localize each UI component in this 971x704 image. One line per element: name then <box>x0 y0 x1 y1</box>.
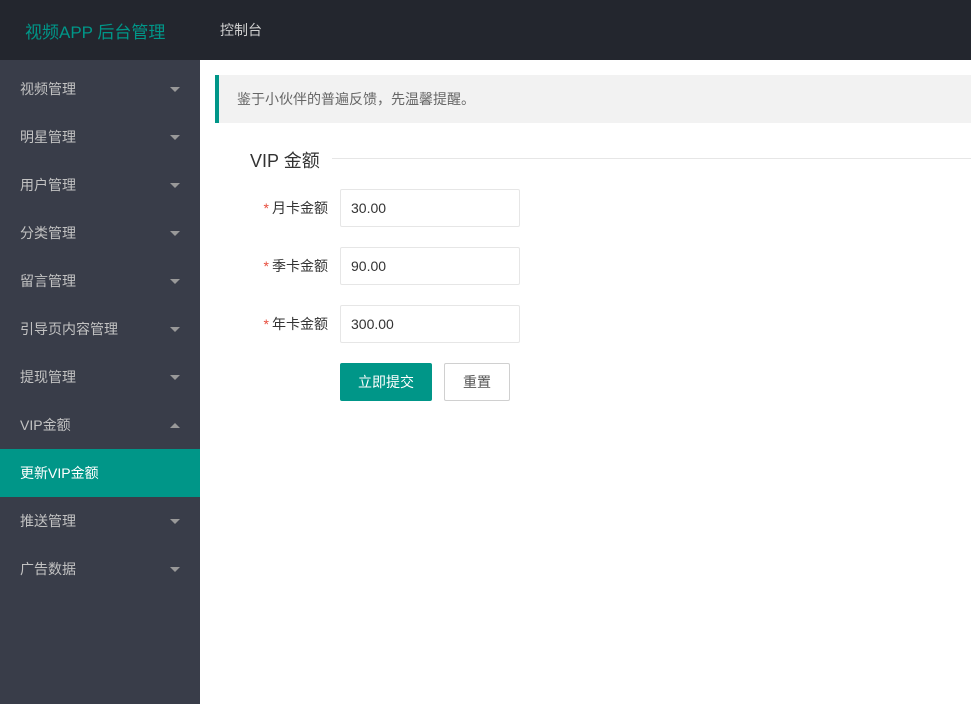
sidebar-item-label: 留言管理 <box>20 271 76 291</box>
chevron-down-icon <box>170 231 180 236</box>
sidebar-item-label: 引导页内容管理 <box>20 319 118 339</box>
sidebar-item-label: 用户管理 <box>20 175 76 195</box>
sidebar-item-label: 分类管理 <box>20 223 76 243</box>
form-label-month: *月卡金额 <box>250 198 340 218</box>
required-mark: * <box>264 316 269 332</box>
alert-text: 鉴于小伙伴的普遍反馈，先温馨提醒。 <box>237 91 475 107</box>
sidebar-item-category[interactable]: 分类管理 <box>0 209 200 257</box>
input-quarter-amount[interactable] <box>340 247 520 285</box>
sidebar-item-label: 明星管理 <box>20 127 76 147</box>
chevron-down-icon <box>170 183 180 188</box>
sidebar-item-label: 提现管理 <box>20 367 76 387</box>
sidebar-item-message[interactable]: 留言管理 <box>0 257 200 305</box>
sidebar-item-guide[interactable]: 引导页内容管理 <box>0 305 200 353</box>
sidebar-item-label: 视频管理 <box>20 79 76 99</box>
input-year-amount[interactable] <box>340 305 520 343</box>
sidebar-item-user[interactable]: 用户管理 <box>0 161 200 209</box>
form-row-month: *月卡金额 <box>250 189 971 227</box>
top-nav-console[interactable]: 控制台 <box>200 0 282 60</box>
submit-button[interactable]: 立即提交 <box>340 363 432 401</box>
main-content: 鉴于小伙伴的普遍反馈，先温馨提醒。 VIP 金额 *月卡金额 *季卡金额 <box>200 60 971 704</box>
chevron-down-icon <box>170 279 180 284</box>
chevron-down-icon <box>170 87 180 92</box>
form-label-quarter: *季卡金额 <box>250 256 340 276</box>
fieldset-legend: VIP 金额 <box>250 147 332 173</box>
sidebar-item-vip[interactable]: VIP金额 <box>0 401 200 449</box>
container: 视频管理 明星管理 用户管理 分类管理 留言管理 引导页内容管理 提现管理 <box>0 60 971 704</box>
form-label-year: *年卡金额 <box>250 314 340 334</box>
required-mark: * <box>264 258 269 274</box>
sidebar: 视频管理 明星管理 用户管理 分类管理 留言管理 引导页内容管理 提现管理 <box>0 60 200 704</box>
label-text: 年卡金额 <box>272 316 328 332</box>
sidebar-item-video[interactable]: 视频管理 <box>0 65 200 113</box>
sidebar-item-ad[interactable]: 广告数据 <box>0 545 200 593</box>
chevron-down-icon <box>170 135 180 140</box>
form-wrapper: VIP 金额 *月卡金额 *季卡金额 *年卡金额 <box>215 143 971 436</box>
input-month-amount[interactable] <box>340 189 520 227</box>
app-logo: 视频APP 后台管理 <box>0 18 200 43</box>
top-nav: 控制台 <box>200 0 282 60</box>
chevron-down-icon <box>170 327 180 332</box>
sidebar-item-label: 推送管理 <box>20 511 76 531</box>
form-actions: 立即提交 重置 <box>340 363 971 401</box>
chevron-up-icon <box>170 423 180 428</box>
chevron-down-icon <box>170 519 180 524</box>
sidebar-item-withdraw[interactable]: 提现管理 <box>0 353 200 401</box>
label-text: 月卡金额 <box>272 200 328 216</box>
sidebar-item-label: 广告数据 <box>20 559 76 579</box>
sidebar-subitem-update-vip[interactable]: 更新VIP金额 <box>0 449 200 497</box>
label-text: 季卡金额 <box>272 258 328 274</box>
chevron-down-icon <box>170 375 180 380</box>
sidebar-item-push[interactable]: 推送管理 <box>0 497 200 545</box>
chevron-down-icon <box>170 567 180 572</box>
alert-box: 鉴于小伙伴的普遍反馈，先温馨提醒。 <box>215 75 971 123</box>
sidebar-item-star[interactable]: 明星管理 <box>0 113 200 161</box>
fieldset-vip-amount: VIP 金额 *月卡金额 *季卡金额 *年卡金额 <box>250 158 971 401</box>
form-row-quarter: *季卡金额 <box>250 247 971 285</box>
header: 视频APP 后台管理 控制台 <box>0 0 971 60</box>
form-row-year: *年卡金额 <box>250 305 971 343</box>
required-mark: * <box>264 200 269 216</box>
sidebar-item-label: VIP金额 <box>20 415 71 435</box>
reset-button[interactable]: 重置 <box>444 363 510 401</box>
